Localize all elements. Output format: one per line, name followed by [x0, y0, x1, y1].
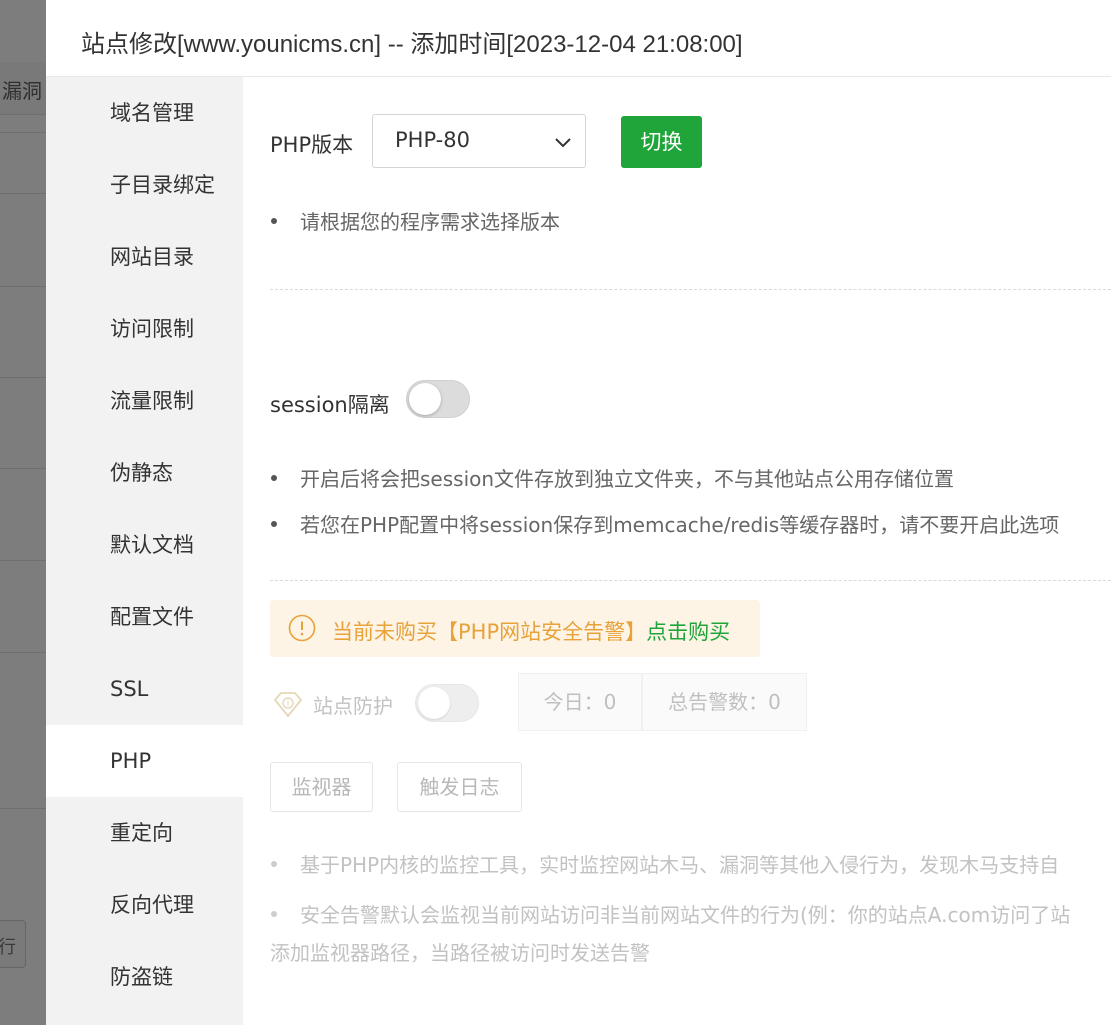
- background-row-divider: [0, 193, 46, 194]
- sidebar-item-php[interactable]: PHP: [46, 725, 243, 797]
- background-button-label: 行: [0, 937, 16, 958]
- bullet: [271, 218, 277, 224]
- sidebar-item-default-document[interactable]: 默认文档: [46, 509, 243, 581]
- php-version-value: PHP-80: [395, 128, 470, 152]
- security-extra-note: 添加监视器路径，当路径被访问时发送告警: [270, 941, 650, 965]
- site-protection-label: 站点防护: [313, 694, 393, 718]
- switch-version-button[interactable]: 切换: [621, 116, 702, 168]
- session-note: 若您在PHP配置中将session保存到memcache/redis等缓存器时，…: [300, 513, 1060, 537]
- chevron-down-icon: [555, 138, 571, 148]
- session-isolation-toggle[interactable]: [406, 380, 470, 418]
- background-row-divider: [0, 652, 46, 653]
- settings-sidebar: 域名管理 子目录绑定 网站目录 访问限制 流量限制 伪静态 默认文档 配置文件 …: [46, 77, 243, 1025]
- background-row-divider: [0, 286, 46, 287]
- modal-header: 站点修改[www.younicms.cn] -- 添加时间[2023-12-04…: [46, 0, 1111, 77]
- sidebar-item-rewrite[interactable]: 伪静态: [46, 437, 243, 509]
- purchase-warning-banner: 当前未购买【PHP网站安全告警】点击购买: [270, 600, 760, 657]
- background-table: [0, 0, 46, 1025]
- warning-circle-icon: [288, 614, 316, 642]
- background-column-header: 漏洞: [2, 79, 42, 103]
- security-note: 安全告警默认会监视当前网站访问非当前网站文件的行为(例：你的站点A.com访问了…: [300, 903, 1071, 927]
- bullet: [271, 475, 277, 481]
- warning-message: 当前未购买【PHP网站安全告警】: [332, 620, 647, 644]
- background-row-divider: [0, 560, 46, 561]
- section-divider: [270, 289, 1111, 290]
- php-settings-panel: PHP版本 PHP-80 切换 请根据您的程序需求选择版本 session隔离 …: [243, 77, 1111, 1025]
- sidebar-item-ssl[interactable]: SSL: [46, 653, 243, 725]
- modal-title: 站点修改[www.younicms.cn] -- 添加时间[2023-12-04…: [81, 31, 743, 58]
- section-divider: [270, 580, 1111, 581]
- session-isolation-label: session隔离: [270, 393, 390, 417]
- toggle-knob: [409, 383, 441, 415]
- sidebar-item-access-limit[interactable]: 访问限制: [46, 293, 243, 365]
- bullet: [271, 521, 277, 527]
- sidebar-item-subdirectory-binding[interactable]: 子目录绑定: [46, 149, 243, 221]
- php-version-select[interactable]: PHP-80: [372, 114, 586, 168]
- toggle-knob: [418, 687, 450, 719]
- sidebar-item-site-directory[interactable]: 网站目录: [46, 221, 243, 293]
- site-settings-modal: 站点修改[www.younicms.cn] -- 添加时间[2023-12-04…: [46, 0, 1111, 1025]
- background-row-divider: [0, 468, 46, 469]
- php-version-label: PHP版本: [270, 133, 354, 157]
- sidebar-item-traffic-limit[interactable]: 流量限制: [46, 365, 243, 437]
- sidebar-item-domain[interactable]: 域名管理: [46, 77, 243, 149]
- background-row-divider: [0, 808, 46, 809]
- bullet: [271, 861, 277, 867]
- bullet: [271, 911, 277, 917]
- diamond-shield-icon: [273, 692, 303, 718]
- site-protection-toggle[interactable]: [415, 684, 479, 722]
- trigger-log-button[interactable]: 触发日志: [397, 762, 522, 812]
- php-version-tip: 请根据您的程序需求选择版本: [300, 210, 560, 234]
- session-note: 开启后将会把session文件存放到独立文件夹，不与其他站点公用存储位置: [300, 467, 955, 491]
- sidebar-item-hotlink-protection[interactable]: 防盗链: [46, 941, 243, 1013]
- today-alerts-count: 今日：0: [518, 673, 642, 731]
- sidebar-item-config-file[interactable]: 配置文件: [46, 581, 243, 653]
- sidebar-item-redirect[interactable]: 重定向: [46, 797, 243, 869]
- warning-text: 当前未购买【PHP网站安全告警】点击购买: [332, 616, 730, 646]
- background-row-divider: [0, 132, 46, 133]
- sidebar-item-reverse-proxy[interactable]: 反向代理: [46, 869, 243, 941]
- background-row-divider: [0, 377, 46, 378]
- monitor-button[interactable]: 监视器: [270, 762, 373, 812]
- security-note: 基于PHP内核的监控工具，实时监控网站木马、漏洞等其他入侵行为，发现木马支持自: [300, 853, 1060, 877]
- buy-now-link[interactable]: 点击购买: [646, 620, 730, 644]
- total-alerts-count: 总告警数：0: [642, 673, 807, 731]
